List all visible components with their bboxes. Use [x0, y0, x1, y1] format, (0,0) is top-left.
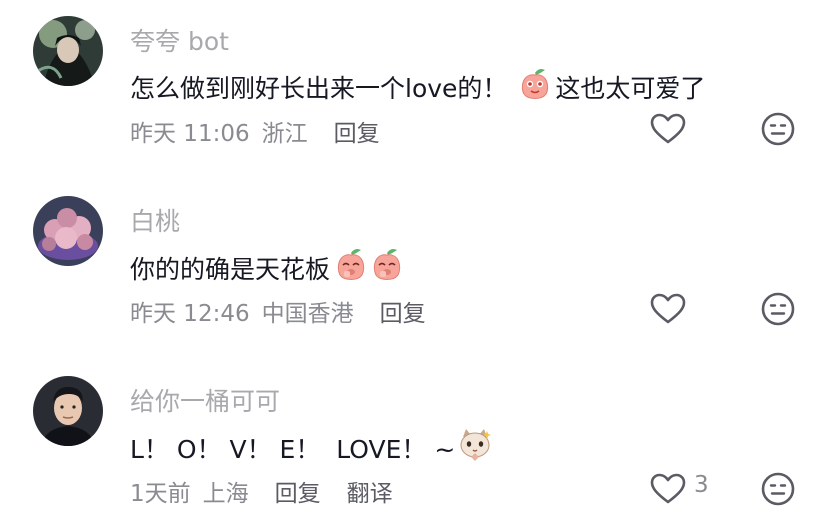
comment-text: 你的的确是天花板 [130, 247, 404, 289]
meh-face-icon [761, 112, 795, 146]
like-button[interactable] [650, 473, 686, 505]
like-count: 3 [694, 472, 709, 498]
like-button[interactable] [650, 113, 686, 145]
heart-outline-icon [650, 113, 686, 144]
comment-item: 夸夸 bot 怎么做到刚好长出来一个love的！ 这也太可爱了 昨天 11:06… [0, 0, 828, 170]
man-portrait-avatar-icon [33, 376, 103, 446]
username[interactable]: 白桃 [130, 202, 180, 238]
heart-outline-icon [650, 473, 686, 504]
comment-text: 怎么做到刚好长出来一个love的！ 这也太可爱了 [130, 67, 705, 107]
heart-outline-icon [650, 293, 686, 324]
comment-location: 上海 [202, 481, 249, 507]
succulent-plant-avatar-icon [33, 196, 103, 266]
meh-face-icon [761, 472, 795, 506]
comment-time: 昨天 12:46 [130, 301, 250, 327]
username[interactable]: 夸夸 bot [130, 22, 229, 58]
reply-button[interactable]: 回复 [275, 474, 321, 508]
translate-button[interactable]: 翻译 [347, 474, 393, 508]
peach-emoji-icon [370, 247, 404, 289]
avatar[interactable] [33, 16, 103, 86]
comment-text: L！ O！ V！ E！ LOVE！ ~ [130, 427, 493, 469]
comment-time: 1天前 [130, 481, 191, 507]
comment-text-before: 你的的确是天花板 [130, 255, 331, 284]
meh-face-icon [761, 292, 795, 326]
comment-text-after: 这也太可爱了 [555, 74, 706, 103]
comment-text-before: L！ O！ V！ E！ LOVE！ ~ [130, 435, 456, 464]
comment-time: 昨天 11:06 [130, 121, 250, 147]
comment-location: 浙江 [261, 121, 308, 147]
comment-meta: 昨天 11:06 浙江 回复 [130, 114, 380, 148]
peach-emoji-icon [334, 247, 368, 289]
username[interactable]: 给你一桶可可 [130, 382, 280, 418]
comment-meta: 昨天 12:46 中国香港 回复 [130, 294, 426, 328]
avatar[interactable] [33, 376, 103, 446]
reply-button[interactable]: 回复 [380, 294, 426, 328]
dislike-button[interactable] [761, 292, 795, 326]
comment-item: 白桃 你的的确是天花板 昨天 12:46 中国香港 回复 [0, 180, 828, 350]
dislike-button[interactable] [761, 112, 795, 146]
dislike-button[interactable] [761, 472, 795, 506]
reply-button[interactable]: 回复 [334, 114, 380, 148]
comment-location: 中国香港 [261, 301, 354, 327]
avatar[interactable] [33, 196, 103, 266]
like-button[interactable] [650, 293, 686, 325]
peach-emoji-icon [519, 67, 551, 107]
cat-heart-emoji-icon [457, 427, 493, 469]
dark-anime-avatar-icon [33, 16, 103, 86]
comment-item: 给你一桶可可 L！ O！ V！ E！ LOVE！ ~ 1天前 上海 回复 翻译 … [0, 360, 828, 532]
comment-text-before: 怎么做到刚好长出来一个love的！ [130, 74, 508, 103]
comment-meta: 1天前 上海 回复 翻译 [130, 474, 393, 508]
